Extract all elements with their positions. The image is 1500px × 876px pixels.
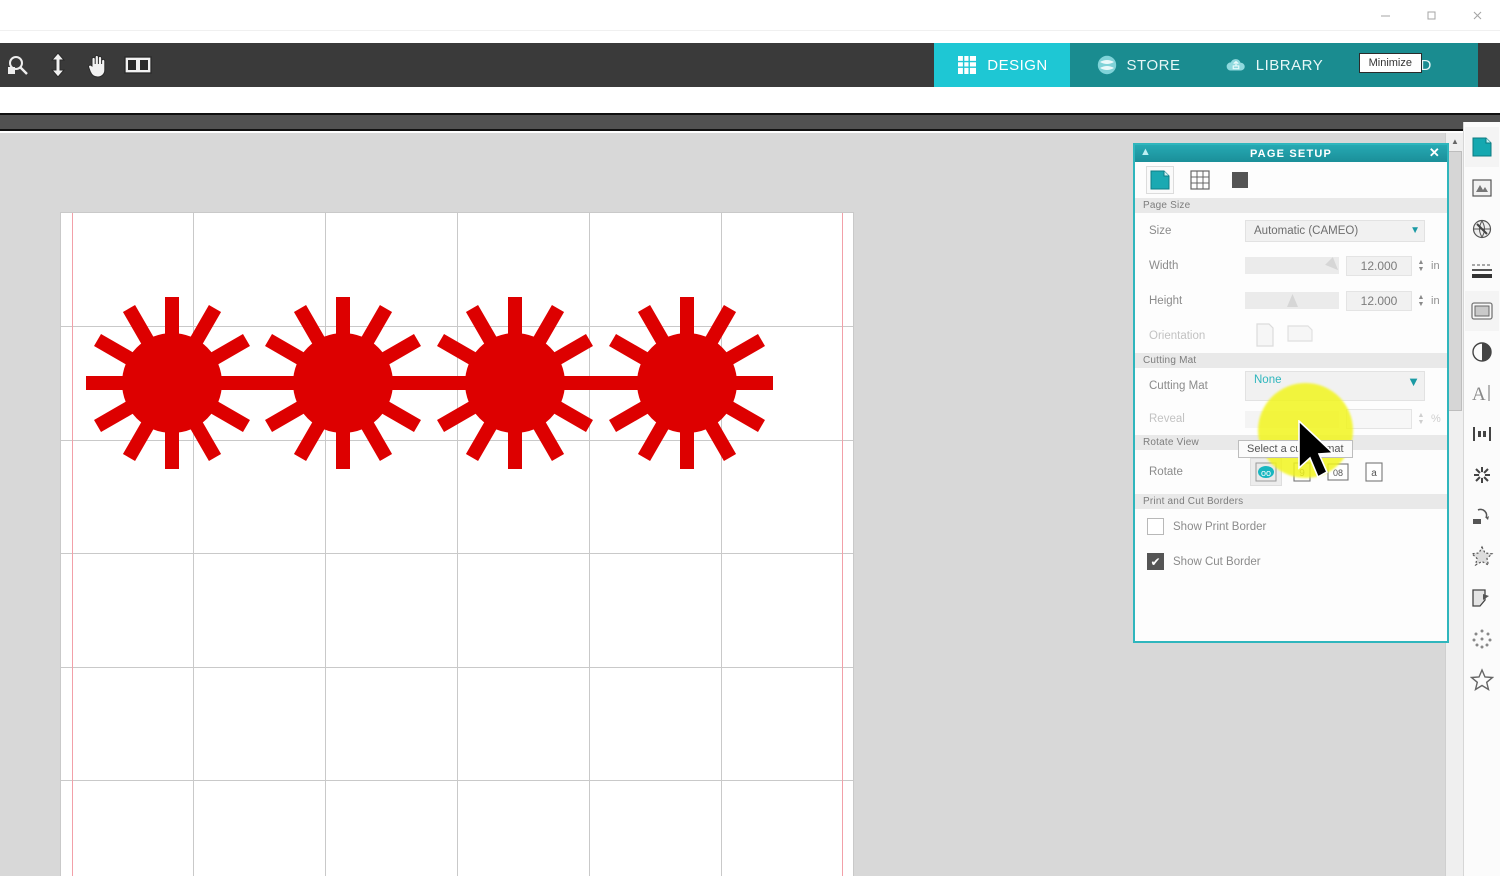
height-input[interactable]: 12.000 xyxy=(1346,290,1412,311)
reveal-unit: % xyxy=(1431,413,1441,425)
width-unit: in xyxy=(1431,259,1440,272)
show-print-border-checkbox[interactable] xyxy=(1147,518,1164,535)
size-label: Size xyxy=(1149,224,1172,237)
height-unit: in xyxy=(1431,294,1440,307)
page-size-value: Automatic (CAMEO) xyxy=(1254,224,1359,237)
window-minimize-button[interactable] xyxy=(1362,0,1408,31)
window-titlebar xyxy=(0,0,1500,31)
store-icon xyxy=(1096,54,1118,76)
row-show-cut-border[interactable]: ✔ Show Cut Border xyxy=(1135,544,1447,579)
row-size: Size Automatic (CAMEO) ▼ xyxy=(1135,213,1447,248)
row-width: Width 12.000 ▲ ▼ in xyxy=(1135,248,1447,283)
modify-icon[interactable] xyxy=(1465,455,1499,495)
reveal-label: Reveal xyxy=(1149,413,1185,425)
row-show-print-border[interactable]: Show Print Border xyxy=(1135,509,1447,544)
panel-titlebar: ▲ PAGE SETUP ✕ xyxy=(1135,145,1447,162)
shape-layer xyxy=(86,297,773,469)
width-input[interactable]: 12.000 xyxy=(1346,255,1412,276)
scrollbar-thumb[interactable] xyxy=(1448,151,1462,411)
height-slider[interactable] xyxy=(1245,292,1339,309)
zoom-selection-icon[interactable] xyxy=(3,50,33,80)
window-maximize-button[interactable] xyxy=(1408,0,1454,31)
silhouette-studio-window: DESIGN STORE LIBRARY Minimize ▲ A ▲ PAGE… xyxy=(0,0,1500,876)
mouse-cursor xyxy=(1297,419,1339,482)
nav-tab-library[interactable]: LIBRARY xyxy=(1206,43,1342,87)
cutting-mat-value: None xyxy=(1254,373,1282,386)
page-tab[interactable] xyxy=(1146,166,1174,194)
cutting-mat-label: Cutting Mat xyxy=(1149,379,1208,392)
rotate-270-icon[interactable]: a xyxy=(1359,459,1389,485)
nav-tab-store-label: STORE xyxy=(1126,56,1181,74)
rotate-label: Rotate xyxy=(1149,466,1183,478)
svg-text:A: A xyxy=(1472,384,1486,404)
view-tools-group xyxy=(0,43,153,87)
chevron-down-icon: ▼ xyxy=(1407,373,1420,389)
show-cut-border-label: Show Cut Border xyxy=(1173,555,1261,568)
chevron-down-icon: ▼ xyxy=(1410,225,1420,236)
page-setup-icon[interactable] xyxy=(1465,127,1499,167)
section-cutting-mat: Cutting Mat xyxy=(1135,353,1447,368)
offset-icon[interactable] xyxy=(1465,496,1499,536)
fill-icon[interactable] xyxy=(1465,291,1499,331)
page-size-dropdown[interactable]: Automatic (CAMEO) ▼ xyxy=(1245,219,1425,242)
nav-tab-store[interactable]: STORE xyxy=(1070,43,1206,87)
trace-icon[interactable] xyxy=(1465,537,1499,577)
shape-star-icon[interactable] xyxy=(1465,660,1499,700)
svg-text:oo: oo xyxy=(1261,468,1271,478)
fit-page-icon[interactable] xyxy=(43,50,73,80)
height-stepper[interactable]: ▲ ▼ xyxy=(1416,294,1426,308)
window-close-button[interactable] xyxy=(1454,0,1500,31)
width-label: Width xyxy=(1149,259,1179,272)
transparency-icon[interactable] xyxy=(1465,332,1499,372)
main-toolbar: DESIGN STORE LIBRARY Minimize xyxy=(0,43,1500,87)
orientation-label: Orientation xyxy=(1149,329,1206,342)
minimize-tooltip: Minimize xyxy=(1358,53,1422,73)
text-style-icon[interactable]: A xyxy=(1465,373,1499,413)
reveal-input xyxy=(1346,409,1412,429)
split-view-icon[interactable] xyxy=(123,50,153,80)
right-tool-rail: A xyxy=(1463,122,1500,876)
line-style-icon[interactable] xyxy=(1465,250,1499,290)
knife-icon[interactable] xyxy=(1465,578,1499,618)
pan-hand-icon[interactable] xyxy=(83,50,113,80)
stipple-icon[interactable] xyxy=(1465,619,1499,659)
show-cut-border-checkbox[interactable]: ✔ xyxy=(1147,553,1164,570)
sketch-icon[interactable] xyxy=(1465,209,1499,249)
align-icon[interactable] xyxy=(1465,414,1499,454)
chevron-up-icon[interactable]: ▲ xyxy=(1140,146,1152,158)
width-stepper[interactable]: ▲ ▼ xyxy=(1416,259,1426,273)
portrait-icon[interactable] xyxy=(1255,322,1277,349)
landscape-icon[interactable] xyxy=(1287,323,1315,349)
svg-text:a: a xyxy=(1371,468,1377,479)
grid-icon xyxy=(956,54,978,76)
show-print-border-label: Show Print Border xyxy=(1173,520,1267,533)
registration-marks-tab[interactable] xyxy=(1227,167,1253,193)
section-page-size: Page Size xyxy=(1135,198,1447,213)
ruler-band xyxy=(0,113,1500,131)
nav-tab-design[interactable]: DESIGN xyxy=(934,43,1070,87)
width-slider[interactable] xyxy=(1245,257,1339,274)
close-icon[interactable]: ✕ xyxy=(1429,145,1441,161)
panel-title-label: PAGE SETUP xyxy=(1249,147,1333,160)
height-label: Height xyxy=(1149,294,1183,307)
row-orientation: Orientation xyxy=(1135,318,1447,353)
nav-tab-design-label: DESIGN xyxy=(987,56,1048,74)
reveal-stepper: ▲ ▼ xyxy=(1417,412,1425,426)
grid-tab[interactable] xyxy=(1187,167,1213,193)
row-height: Height 12.000 ▲ ▼ in xyxy=(1135,283,1447,318)
design-page[interactable] xyxy=(61,213,853,876)
panel-tabs xyxy=(1135,162,1447,198)
cut-settings-icon[interactable] xyxy=(1465,168,1499,208)
cloud-library-icon xyxy=(1225,54,1247,76)
nav-tab-library-label: LIBRARY xyxy=(1255,56,1324,74)
window-controls xyxy=(1362,0,1500,31)
section-print-cut-borders: Print and Cut Borders xyxy=(1135,494,1447,509)
